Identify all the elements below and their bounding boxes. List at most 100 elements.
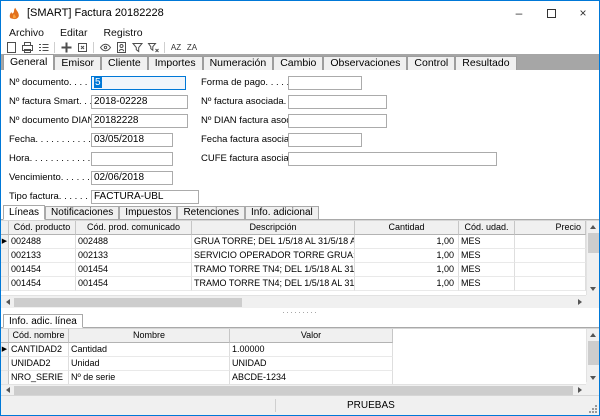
- scrollbar-thumb[interactable]: [588, 233, 599, 253]
- cell[interactable]: MES: [459, 249, 515, 263]
- cell[interactable]: 001454: [76, 277, 192, 291]
- tab-control[interactable]: Control: [407, 56, 455, 70]
- input-tipo-factura[interactable]: FACTURA-UBL: [91, 190, 199, 204]
- delete-icon[interactable]: [75, 41, 89, 54]
- add-icon[interactable]: [59, 41, 73, 54]
- tab-numeracion[interactable]: Numeración: [203, 56, 274, 70]
- tab-importes[interactable]: Importes: [148, 56, 203, 70]
- table-row[interactable]: UNIDAD2UnidadUNIDAD: [1, 357, 586, 371]
- cell[interactable]: MES: [459, 235, 515, 249]
- sort-az-icon[interactable]: AZ: [169, 41, 183, 54]
- input-numero-documento[interactable]: 5: [91, 76, 186, 90]
- cell[interactable]: UNIDAD: [230, 357, 393, 371]
- tab-cliente[interactable]: Cliente: [101, 56, 148, 70]
- input-vencimiento[interactable]: 02/06/2018: [91, 171, 173, 185]
- table-row[interactable]: 001454001454TRAMO TORRE TN4; DEL 1/5/18 …: [1, 277, 586, 291]
- menu-item-registro[interactable]: Registro: [103, 27, 142, 39]
- column-header-cod-nombre[interactable]: Cód. nombre: [9, 329, 69, 343]
- column-header-cod-prod-comunicado[interactable]: Cód. prod. comunicado: [76, 221, 192, 235]
- column-header-cantidad[interactable]: Cantidad: [355, 221, 459, 235]
- input-numero-factura-smart[interactable]: 2018-02228: [91, 95, 188, 109]
- tab-resultado[interactable]: Resultado: [455, 56, 516, 70]
- cell[interactable]: [515, 277, 586, 291]
- cell[interactable]: [515, 249, 586, 263]
- input-fecha[interactable]: 03/05/2018: [91, 133, 173, 147]
- cell[interactable]: MES: [459, 263, 515, 277]
- input-fecha-factura-asociada[interactable]: [288, 133, 362, 147]
- cell[interactable]: CANTIDAD2: [9, 343, 69, 357]
- tab-observaciones[interactable]: Observaciones: [323, 56, 407, 70]
- cell[interactable]: GRUA TORRE; DEL 1/5/18 AL 31/5/18 ALQUIL: [192, 235, 355, 249]
- tab-cambio[interactable]: Cambio: [273, 56, 323, 70]
- cell[interactable]: MES: [459, 277, 515, 291]
- view-icon[interactable]: [98, 41, 112, 54]
- cell[interactable]: 002133: [9, 249, 76, 263]
- input-numero-documento-dian[interactable]: 20182228: [91, 114, 188, 128]
- cell[interactable]: Cantidad: [69, 343, 230, 357]
- cell[interactable]: ABCDE-1234: [230, 371, 393, 384]
- cell[interactable]: TRAMO TORRE TN4; DEL 1/5/18 AL 31/5/18 A: [192, 263, 355, 277]
- cell[interactable]: 001454: [9, 263, 76, 277]
- cell[interactable]: [515, 235, 586, 249]
- cell[interactable]: 1.00000: [230, 343, 393, 357]
- scroll-left-icon[interactable]: [1, 296, 14, 308]
- menu-item-editar[interactable]: Editar: [60, 27, 87, 39]
- maximize-button[interactable]: [535, 1, 567, 25]
- column-header-cod-producto[interactable]: Cód. producto: [9, 221, 76, 235]
- cell[interactable]: 1,00: [355, 263, 459, 277]
- table-row[interactable]: ▶002488002488GRUA TORRE; DEL 1/5/18 AL 3…: [1, 235, 586, 249]
- cell[interactable]: 1,00: [355, 249, 459, 263]
- column-header-cod-udad[interactable]: Cód. udad.: [459, 221, 515, 235]
- table-row[interactable]: 001454001454TRAMO TORRE TN4; DEL 1/5/18 …: [1, 263, 586, 277]
- table-row[interactable]: ▶CANTIDAD2Cantidad1.00000: [1, 343, 586, 357]
- cell[interactable]: 1,00: [355, 277, 459, 291]
- scrollbar-thumb[interactable]: [14, 386, 573, 395]
- scroll-up-icon[interactable]: [587, 329, 600, 341]
- scroll-up-icon[interactable]: [587, 221, 600, 233]
- scrollbar-thumb[interactable]: [588, 341, 599, 365]
- new-document-icon[interactable]: [4, 41, 18, 54]
- sort-za-icon[interactable]: ZA: [185, 41, 199, 54]
- input-forma-de-pago[interactable]: [288, 76, 362, 90]
- input-numero-factura-asociada[interactable]: [288, 95, 387, 109]
- tab-info-adicional[interactable]: Info. adicional: [245, 206, 319, 219]
- tab-retenciones[interactable]: Retenciones: [177, 206, 245, 219]
- print-icon[interactable]: [20, 41, 34, 54]
- minimize-button[interactable]: –: [503, 1, 535, 25]
- cell[interactable]: NRO_SERIE: [9, 371, 69, 384]
- table-row[interactable]: 002133002133SERVICIO OPERADOR TORRE GRUA…: [1, 249, 586, 263]
- cell[interactable]: UNIDAD2: [9, 357, 69, 371]
- tab-emisor[interactable]: Emisor: [54, 56, 101, 70]
- column-header-descripcion[interactable]: Descripción: [192, 221, 355, 235]
- clear-filter-icon[interactable]: [146, 41, 160, 54]
- column-header-precio[interactable]: Precio: [515, 221, 586, 235]
- cell[interactable]: SERVICIO OPERADOR TORRE GRUA; DEL 1/5: [192, 249, 355, 263]
- menu-item-archivo[interactable]: Archivo: [9, 27, 44, 39]
- close-button[interactable]: ×: [567, 1, 599, 25]
- cell[interactable]: Nº de serie: [69, 371, 230, 384]
- info-grid-horizontal-scrollbar[interactable]: [1, 384, 586, 395]
- tab-notificaciones[interactable]: Notificaciones: [45, 206, 119, 219]
- filter-icon[interactable]: [130, 41, 144, 54]
- input-numero-dian-factura-asociada[interactable]: [288, 114, 387, 128]
- cell[interactable]: 001454: [76, 263, 192, 277]
- cell[interactable]: TRAMO TORRE TN4; DEL 1/5/18 AL 31/5/18 A: [192, 277, 355, 291]
- tab-impuestos[interactable]: Impuestos: [119, 206, 177, 219]
- tab-lineas[interactable]: Líneas: [3, 205, 45, 220]
- resize-grip-icon[interactable]: [589, 405, 598, 414]
- table-row[interactable]: NRO_SERIENº de serieABCDE-1234: [1, 371, 586, 384]
- scroll-down-icon[interactable]: [587, 283, 600, 295]
- cell[interactable]: 002133: [76, 249, 192, 263]
- record-card-icon[interactable]: [114, 41, 128, 54]
- input-hora[interactable]: [91, 152, 173, 166]
- cell[interactable]: 002488: [9, 235, 76, 249]
- column-header-valor[interactable]: Valor: [230, 329, 393, 343]
- tab-info-adic-linea[interactable]: Info. adic. línea: [3, 314, 83, 328]
- scroll-right-icon[interactable]: [573, 296, 586, 308]
- cell[interactable]: 002488: [76, 235, 192, 249]
- tab-general[interactable]: General: [3, 54, 54, 70]
- cell[interactable]: 001454: [9, 277, 76, 291]
- cell[interactable]: 1,00: [355, 235, 459, 249]
- info-grid-vertical-scrollbar[interactable]: [586, 329, 599, 384]
- input-cufe-factura-asociada[interactable]: [288, 152, 497, 166]
